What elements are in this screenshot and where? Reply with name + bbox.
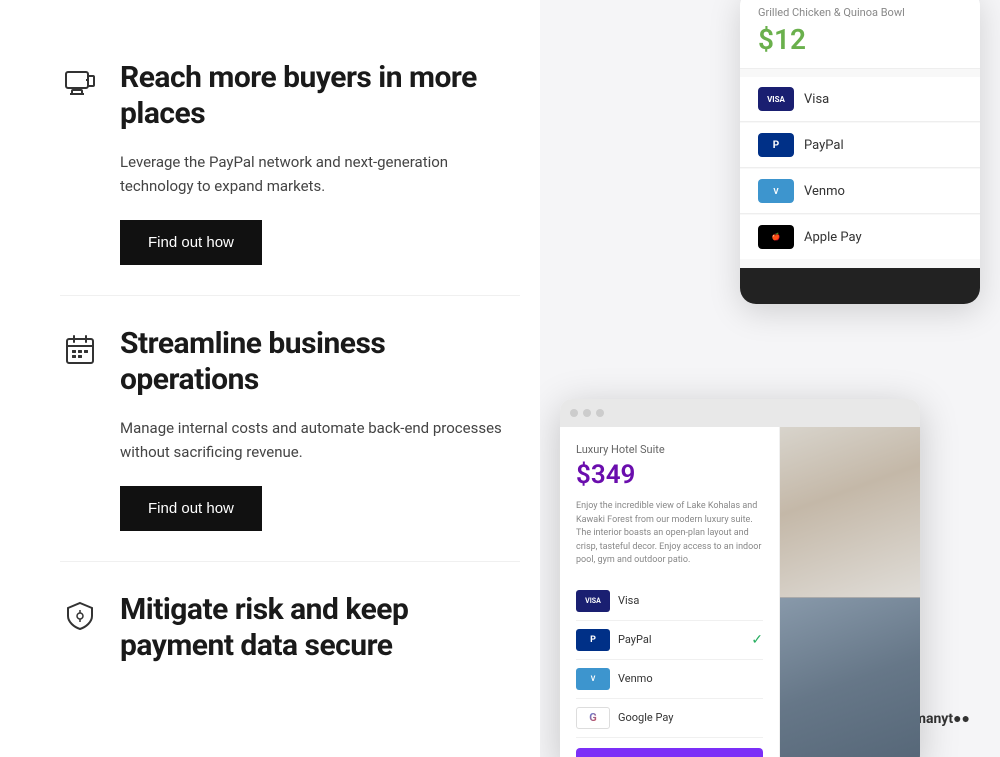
browser-dot-2 <box>583 409 591 417</box>
hotel-name: Luxury Hotel Suite <box>576 443 763 456</box>
right-panel: Grilled Chicken & Quinoa Bowl $12 VISA V… <box>540 0 1000 757</box>
browser-left-panel: Luxury Hotel Suite $349 Enjoy the incred… <box>560 427 780 757</box>
section-title-mitigate: Mitigate risk and keep payment data secu… <box>120 592 520 664</box>
browser-bar <box>560 399 920 427</box>
d-paypal-label: PayPal <box>618 633 652 646</box>
d-venmo-logo: V <box>576 668 610 690</box>
calendar-icon <box>60 330 100 370</box>
payment-option-venmo[interactable]: V Venmo <box>740 169 980 214</box>
payment-methods-list: VISA Visa P PayPal V Venmo 🍎 Apple Pay <box>740 69 980 268</box>
applepay-label: Apple Pay <box>804 230 862 245</box>
d-payment-paypal[interactable]: P PayPal ✓ <box>576 621 763 660</box>
paypal-label: PayPal <box>804 138 844 153</box>
d-google-logo: G <box>576 707 610 729</box>
d-payment-venmo[interactable]: V Venmo <box>576 660 763 699</box>
hotel-price: $349 <box>576 460 763 490</box>
paypal-logo: P <box>758 133 794 157</box>
d-payment-google[interactable]: G Google Pay <box>576 699 763 738</box>
venmo-label: Venmo <box>804 184 845 199</box>
section-desc-reach: Leverage the PayPal network and next-gen… <box>120 150 520 198</box>
item-price: $12 <box>758 23 962 56</box>
applepay-logo: 🍎 <box>758 225 794 249</box>
browser-dot-3 <box>596 409 604 417</box>
section-header-2: Streamline business operations <box>60 326 520 398</box>
venmo-logo: V <box>758 179 794 203</box>
find-out-how-button-1[interactable]: Find out how <box>120 220 262 265</box>
browser-dot-1 <box>570 409 578 417</box>
visa-label: Visa <box>804 92 829 107</box>
section-desc-streamline: Manage internal costs and automate back-… <box>120 416 520 464</box>
browser-content: Luxury Hotel Suite $349 Enjoy the incred… <box>560 427 920 757</box>
item-title: Grilled Chicken & Quinoa Bowl <box>758 6 962 19</box>
shield-icon <box>60 596 100 636</box>
section-title-reach: Reach more buyers in more places <box>120 60 520 132</box>
section-streamline: Streamline business operations Manage in… <box>60 296 520 562</box>
book-now-button[interactable]: Book now <box>576 748 763 757</box>
section-header-3: Mitigate risk and keep payment data secu… <box>60 592 520 664</box>
hotel-image-bedroom <box>780 427 920 598</box>
find-out-how-button-2[interactable]: Find out how <box>120 486 262 531</box>
paypal-checkmark: ✓ <box>751 632 763 648</box>
payment-option-visa[interactable]: VISA Visa <box>740 77 980 122</box>
section-header: Reach more buyers in more places <box>60 60 520 132</box>
d-google-label: Google Pay <box>618 711 673 724</box>
d-paypal-logo: P <box>576 629 610 651</box>
desktop-checkout-card: Luxury Hotel Suite $349 Enjoy the incred… <box>560 399 920 757</box>
section-mitigate: Mitigate risk and keep payment data secu… <box>60 562 520 712</box>
visa-logo: VISA <box>758 87 794 111</box>
manytoo-logo: manyt●● <box>914 710 970 727</box>
hotel-description: Enjoy the incredible view of Lake Kohala… <box>576 500 763 568</box>
payment-option-applepay[interactable]: 🍎 Apple Pay <box>740 215 980 259</box>
monitor-icon <box>60 64 100 104</box>
d-visa-logo: VISA <box>576 590 610 612</box>
section-title-streamline: Streamline business operations <box>120 326 520 398</box>
payment-option-paypal[interactable]: P PayPal <box>740 123 980 168</box>
mobile-checkout-header: Grilled Chicken & Quinoa Bowl $12 <box>740 0 980 69</box>
hotel-images <box>780 427 920 757</box>
left-panel: Reach more buyers in more places Leverag… <box>0 0 560 757</box>
mobile-checkout-card: Grilled Chicken & Quinoa Bowl $12 VISA V… <box>740 0 980 304</box>
d-venmo-label: Venmo <box>618 672 653 685</box>
hotel-image-living <box>780 598 920 757</box>
mobile-checkout-footer <box>740 268 980 304</box>
d-visa-label: Visa <box>618 594 639 607</box>
section-reach-buyers: Reach more buyers in more places Leverag… <box>60 30 520 296</box>
d-payment-visa[interactable]: VISA Visa <box>576 582 763 621</box>
